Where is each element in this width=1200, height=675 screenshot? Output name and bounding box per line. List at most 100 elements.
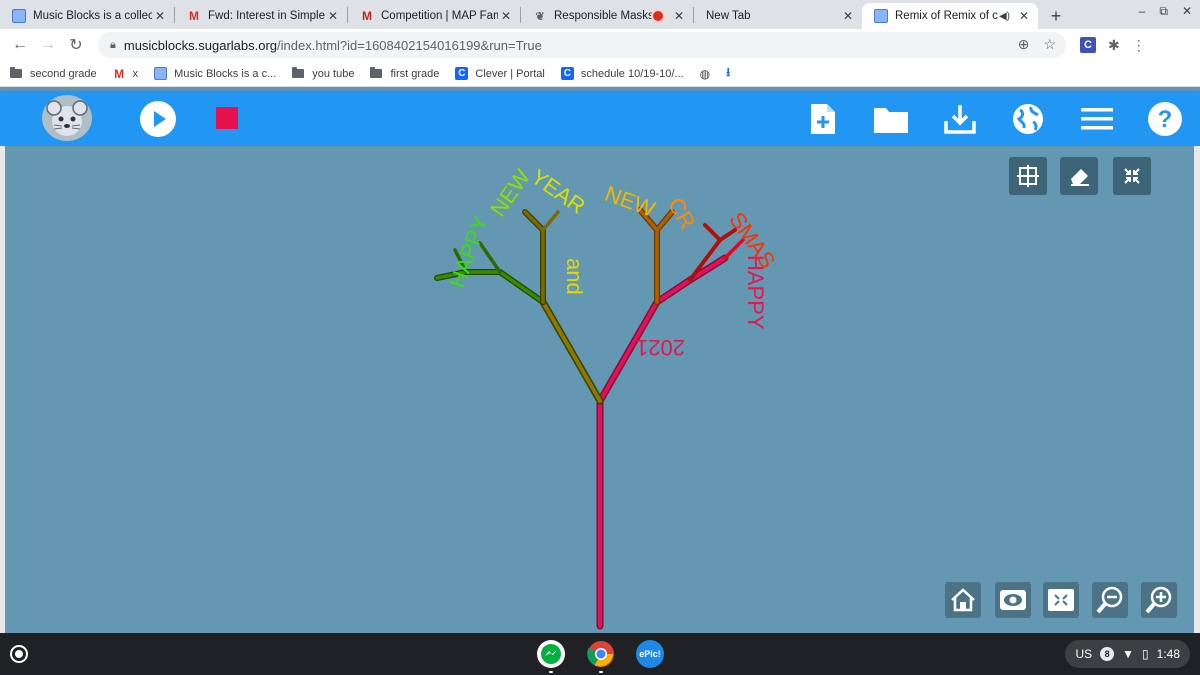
close-icon[interactable]: ✕ [671, 8, 687, 24]
window-controls: ‒ ⧉ ✕ [1139, 4, 1192, 19]
expand-blocks-button[interactable] [1043, 582, 1079, 618]
bookmark-label: x [132, 67, 139, 80]
bookmark-globe[interactable]: ◍ [700, 67, 710, 81]
bookmark-download[interactable]: ⭳ [726, 63, 730, 84]
close-icon[interactable]: ✕ [498, 8, 514, 24]
audio-playing-icon[interactable]: ◀) [999, 11, 1010, 22]
stop-button[interactable] [216, 107, 238, 129]
folder-icon [292, 67, 305, 78]
turtle-canvas[interactable] [0, 146, 1200, 633]
install-icon[interactable]: ⊕ [1018, 36, 1030, 53]
more-icon[interactable]: ⋮ [1132, 37, 1146, 54]
bookmarks-bar: second grade Mx Music Blocks is a c... y… [0, 61, 1200, 87]
tab-title: Remix of Remix of c [895, 10, 998, 22]
forward-icon[interactable]: → [34, 31, 62, 59]
map-icon: M [362, 9, 372, 23]
chrome-icon[interactable] [587, 640, 615, 673]
chromeos-shelf: ePic! US 8 ▼ ▯ 1:48 [0, 633, 1200, 675]
canvas-border-right [1194, 146, 1200, 633]
messenger-icon[interactable] [537, 640, 565, 673]
back-icon[interactable]: ← [6, 31, 34, 59]
zoom-out-button[interactable] [1092, 582, 1128, 618]
epic-label: ePic! [639, 649, 661, 659]
tab-title: Fwd: Interest in Simple C [208, 10, 325, 22]
save-download-icon[interactable] [942, 101, 978, 137]
tab-title: Competition | MAP Fam [381, 10, 498, 22]
close-icon[interactable]: ✕ [152, 8, 168, 24]
tab-remix-active[interactable]: Remix of Remix of c ◀) ✕ [862, 3, 1038, 29]
tab-music-blocks[interactable]: Music Blocks is a collect ✕ [0, 3, 174, 29]
grid-button[interactable] [1009, 157, 1047, 195]
extensions: C ✱ ⋮ [1080, 37, 1146, 54]
bookmark-second-grade[interactable]: second grade [10, 67, 97, 80]
eye-icon [1000, 590, 1026, 610]
bookmark-label: Clever | Portal [475, 67, 545, 80]
folder-icon [10, 67, 22, 78]
globe-icon[interactable] [1010, 101, 1046, 137]
svg-text:?: ? [1158, 106, 1173, 133]
leaf-icon: ❦ [535, 10, 545, 23]
running-indicator [549, 671, 553, 673]
close-icon[interactable]: ✕ [840, 8, 856, 24]
tab-responsible-masks[interactable]: ❦ Responsible Masks ✕ [521, 3, 693, 29]
launcher-icon[interactable] [10, 645, 28, 663]
music-blocks-icon [874, 9, 888, 23]
bookmark-music-blocks[interactable]: Music Blocks is a c... [154, 67, 276, 80]
new-project-icon[interactable] [805, 101, 841, 137]
recording-icon [653, 11, 663, 21]
download-icon: ⭳ [726, 65, 731, 79]
music-blocks-icon [154, 67, 168, 80]
mouse-mascot-icon[interactable] [42, 95, 92, 141]
omnibox-actions: ⊕ ☆ [1018, 36, 1056, 53]
bookmark-label: schedule 10/19-10/... [580, 67, 684, 80]
new-tab-button[interactable]: + [1042, 3, 1070, 29]
close-icon[interactable]: ✕ [1016, 8, 1032, 24]
browser-toolbar: ← → ↻ 🔒︎ musicblocks.sugarlabs.org/index… [0, 29, 1200, 61]
clock: 1:48 [1156, 647, 1180, 661]
close-icon[interactable]: ✕ [325, 8, 341, 24]
zoom-out-icon [1096, 586, 1123, 614]
tab-new-tab[interactable]: New Tab ✕ [694, 3, 862, 29]
bookmark-clever-portal[interactable]: C Clever | Portal [455, 67, 545, 80]
restore-icon[interactable]: ⧉ [1159, 4, 1168, 19]
bookmark-label: Music Blocks is a c... [174, 67, 277, 80]
bookmark-label: second grade [30, 67, 97, 80]
play-button[interactable] [140, 101, 176, 137]
grid-icon [1017, 165, 1039, 187]
bookmark-you-tube[interactable]: you tube [292, 67, 354, 80]
eraser-button[interactable] [1060, 157, 1098, 195]
help-icon[interactable]: ? [1147, 101, 1183, 137]
address-bar[interactable]: 🔒︎ musicblocks.sugarlabs.org/index.html?… [98, 32, 1066, 58]
bookmark-schedule[interactable]: Cschedule 10/19-10/... [560, 67, 684, 80]
epic-icon[interactable]: ePic! [636, 640, 664, 668]
menu-icon[interactable] [1079, 101, 1115, 137]
home-button[interactable] [945, 582, 981, 618]
close-window-icon[interactable]: ✕ [1182, 4, 1192, 19]
open-folder-icon[interactable] [873, 101, 909, 137]
clever-icon: C [455, 67, 469, 80]
zoom-in-button[interactable] [1141, 582, 1177, 618]
status-tray[interactable]: US 8 ▼ ▯ 1:48 [1065, 640, 1190, 668]
collapse-button[interactable] [1113, 157, 1151, 195]
show-hide-blocks-button[interactable] [995, 582, 1031, 618]
collapse-icon [1124, 168, 1140, 184]
star-icon[interactable]: ☆ [1043, 36, 1056, 53]
canvas-border-left [0, 146, 5, 633]
notification-badge: 8 [1100, 647, 1115, 661]
reload-icon[interactable]: ↻ [62, 31, 90, 59]
wifi-icon: ▼ [1122, 647, 1135, 661]
expand-icon [1048, 589, 1074, 611]
url-path: /index.html?id=1608402154016199&run=True [277, 37, 542, 53]
lock-icon[interactable]: 🔒︎ [110, 39, 116, 52]
tab-fwd-interest[interactable]: M Fwd: Interest in Simple C ✕ [175, 3, 347, 29]
running-indicator [599, 671, 603, 673]
minimize-icon[interactable]: ‒ [1139, 4, 1146, 19]
home-icon [951, 588, 975, 612]
bookmark-gmail[interactable]: Mx [113, 67, 139, 81]
zoom-in-icon [1145, 586, 1172, 614]
clever-extension-icon[interactable]: C [1080, 37, 1096, 53]
bookmark-first-grade[interactable]: first grade [370, 67, 439, 80]
tab-title: Music Blocks is a collect [33, 10, 152, 22]
puzzle-icon[interactable]: ✱ [1108, 37, 1120, 54]
tab-competition[interactable]: M Competition | MAP Fam ✕ [348, 3, 520, 29]
